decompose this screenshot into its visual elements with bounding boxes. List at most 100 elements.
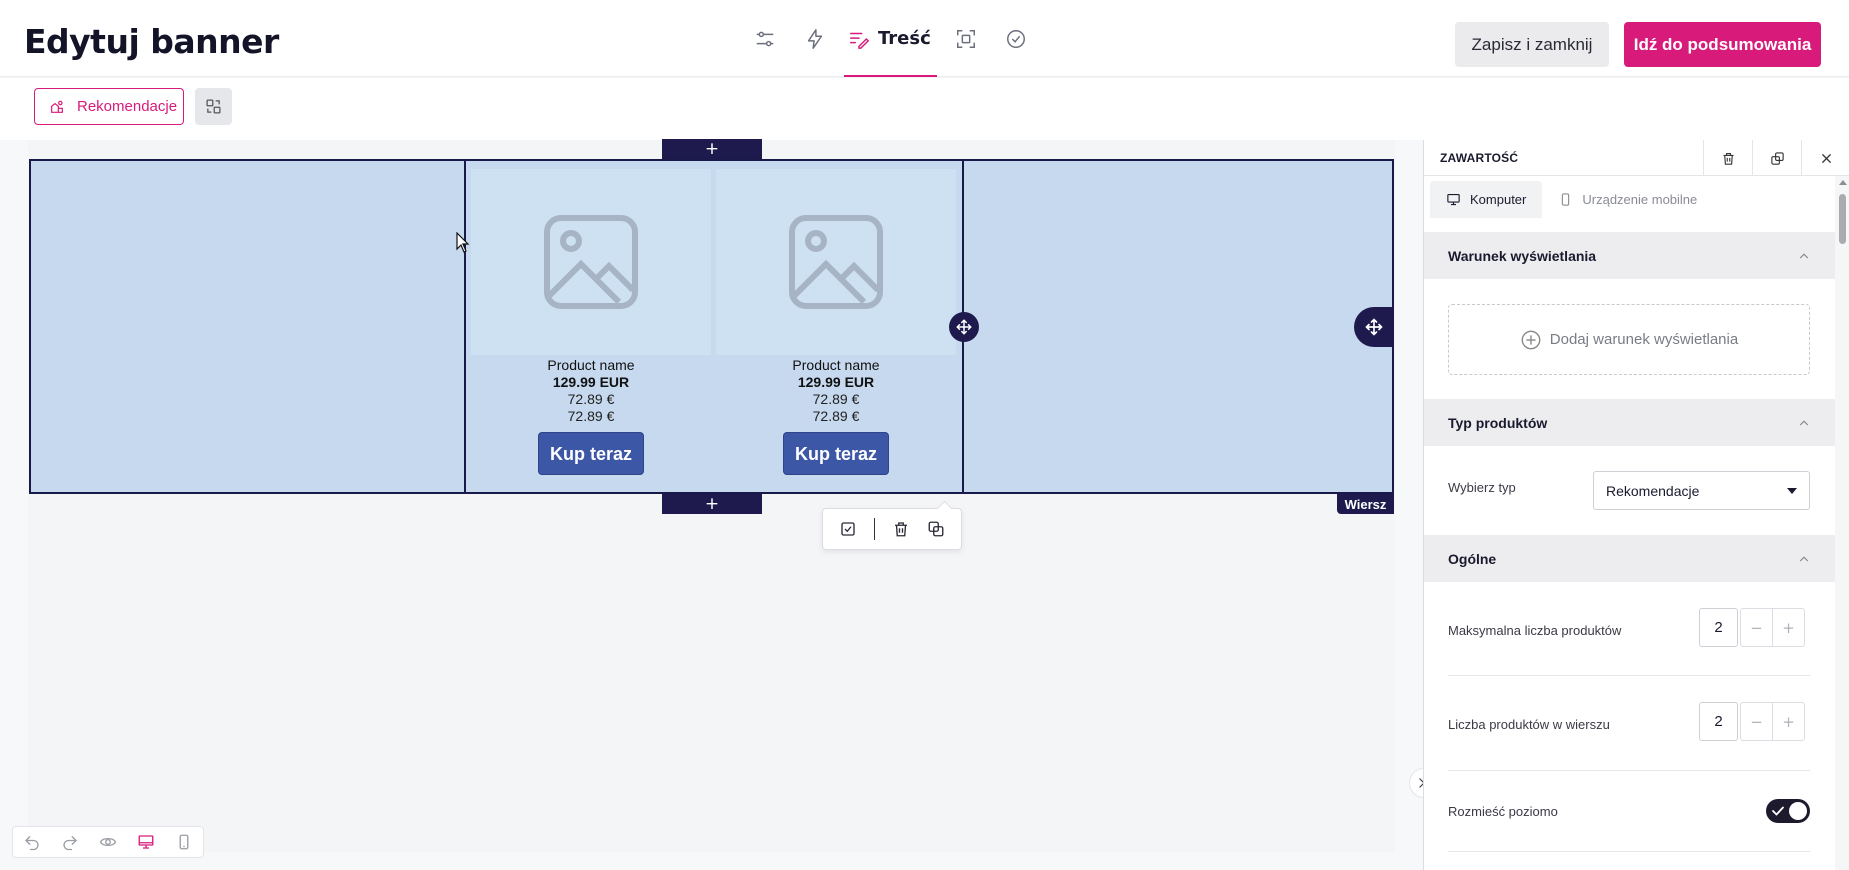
add-display-condition-button[interactable]: Dodaj warunek wyświetlania — [1448, 304, 1810, 375]
panel-close-button[interactable] — [1801, 140, 1849, 176]
add-row-below-button[interactable]: + — [662, 494, 762, 514]
undo-icon[interactable] — [23, 833, 41, 851]
move-row-handle[interactable] — [1354, 307, 1394, 347]
arrange-horizontally-label: Rozmieść poziomo — [1448, 804, 1558, 819]
panel-delete-button[interactable] — [1703, 140, 1752, 176]
recommendations-label: Rekomendacje — [77, 98, 178, 115]
arrange-horizontally-toggle[interactable] — [1766, 799, 1810, 823]
duplicate-icon — [1770, 151, 1784, 165]
increment-button[interactable]: + — [1772, 608, 1805, 647]
sliders-icon[interactable] — [740, 0, 790, 77]
section-product-type[interactable]: Typ produktów — [1424, 399, 1835, 446]
move-arrows-icon — [1365, 318, 1383, 336]
banner-row[interactable]: Product name 129.99 EUR 72.89 € 72.89 € … — [29, 159, 1394, 494]
image-placeholder-icon — [716, 169, 956, 355]
product-type-value: Rekomendacje — [1606, 482, 1700, 499]
add-condition-label: Dodaj warunek wyświetlania — [1549, 331, 1739, 348]
mobile-icon — [1562, 193, 1570, 206]
move-column-handle[interactable] — [949, 312, 979, 342]
trash-icon — [1723, 152, 1733, 165]
device-tabs: Komputer Urządzenie mobilne — [1430, 181, 1713, 218]
tab-desktop-label: Komputer — [1470, 192, 1527, 207]
tab-content[interactable]: Treść — [844, 0, 937, 77]
mouse-cursor-icon — [456, 232, 470, 253]
divider — [1448, 675, 1810, 676]
swap-layout-button[interactable] — [195, 88, 232, 125]
check-circle-icon[interactable] — [991, 0, 1041, 77]
product-old-price: 72.89 € — [567, 391, 615, 407]
product-old-price: 72.89 € — [567, 408, 615, 424]
divider — [1448, 770, 1810, 771]
max-products-label: Maksymalna liczba produktów — [1448, 623, 1622, 638]
panel-duplicate-button[interactable] — [1752, 140, 1801, 176]
product-type-select[interactable]: Rekomendacje — [1593, 471, 1810, 510]
tab-mobile-label: Urządzenie mobilne — [1582, 192, 1698, 207]
column-divider — [464, 161, 466, 492]
caret-down-icon — [1787, 487, 1797, 494]
panel-title: ZAWARTOŚĆ — [1440, 151, 1519, 165]
tab-desktop[interactable]: Komputer — [1430, 181, 1543, 218]
image-placeholder-icon — [471, 169, 711, 355]
secondary-toolbar: Rekomendacje — [0, 78, 1849, 140]
products-per-row-stepper[interactable]: 2 − + — [1699, 702, 1810, 741]
bolt-icon[interactable] — [790, 0, 840, 77]
divider — [1448, 851, 1810, 852]
preview-eye-icon[interactable] — [99, 833, 117, 851]
select-checkbox-icon[interactable] — [839, 520, 857, 538]
product-price: 129.99 EUR — [797, 374, 875, 390]
chevron-up-icon — [1799, 419, 1809, 425]
chevron-up-icon — [1799, 555, 1809, 561]
panel-scrollbar[interactable] — [1835, 176, 1849, 870]
scrollbar-thumb[interactable] — [1839, 194, 1846, 244]
decrement-button[interactable]: − — [1740, 608, 1773, 647]
product-card[interactable]: Product name 129.99 EUR 72.89 € 72.89 € … — [716, 169, 956, 475]
canvas-bottom-toolbar — [12, 826, 204, 858]
product-old-price: 72.89 € — [812, 391, 860, 407]
content-settings-panel: ZAWARTOŚĆ Komputer Urządzenie mobilne Wa… — [1423, 140, 1849, 870]
row-label-badge: Wiersz — [1337, 494, 1394, 514]
product-name: Product name — [792, 357, 880, 373]
max-products-value[interactable]: 2 — [1699, 608, 1738, 647]
select-type-label: Wybierz typ — [1448, 480, 1516, 495]
save-and-close-button[interactable]: Zapisz i zamknij — [1455, 22, 1609, 67]
desktop-icon — [1447, 193, 1460, 206]
frame-icon[interactable] — [941, 0, 991, 77]
increment-button[interactable]: + — [1772, 702, 1805, 741]
product-name: Product name — [547, 357, 635, 373]
buy-now-button[interactable]: Kup teraz — [538, 432, 644, 475]
trash-icon[interactable] — [892, 520, 910, 538]
top-bar: Edytuj banner Treść Zapisz i zamknij Idź… — [0, 0, 1849, 77]
content-edit-icon — [850, 32, 870, 49]
product-card[interactable]: Product name 129.99 EUR 72.89 € 72.89 € … — [471, 169, 711, 475]
close-icon — [1821, 153, 1831, 163]
check-icon — [1772, 806, 1784, 816]
redo-icon[interactable] — [61, 833, 79, 851]
recommendations-icon — [51, 100, 63, 113]
tab-mobile[interactable]: Urządzenie mobilne — [1542, 181, 1713, 218]
toggle-knob — [1789, 802, 1807, 820]
decrement-button[interactable]: − — [1740, 702, 1773, 741]
swap-icon — [206, 99, 221, 114]
move-arrows-icon — [956, 319, 972, 335]
plus-circle-icon — [1521, 330, 1541, 349]
duplicate-icon[interactable] — [927, 520, 945, 538]
add-row-above-button[interactable]: + — [662, 139, 762, 159]
panel-header: ZAWARTOŚĆ — [1424, 140, 1849, 176]
tab-content-label: Treść — [878, 28, 931, 49]
section-title: Warunek wyświetlania — [1448, 247, 1597, 264]
recommendations-button[interactable]: Rekomendacje — [34, 88, 184, 125]
product-old-price: 72.89 € — [812, 408, 860, 424]
scroll-up-arrow-icon[interactable] — [1839, 180, 1847, 185]
desktop-view-icon[interactable] — [137, 833, 155, 851]
editor-steps-nav: Treść — [740, 0, 1041, 77]
mobile-view-icon[interactable] — [175, 833, 193, 851]
products-per-row-label: Liczba produktów w wierszu — [1448, 717, 1610, 732]
menu-divider — [874, 518, 876, 540]
section-general[interactable]: Ogólne — [1424, 535, 1835, 582]
section-title: Typ produktów — [1448, 414, 1548, 431]
max-products-stepper[interactable]: 2 − + — [1699, 608, 1810, 647]
go-to-summary-button[interactable]: Idź do podsumowania — [1624, 22, 1821, 67]
products-per-row-value[interactable]: 2 — [1699, 702, 1738, 741]
section-display-condition[interactable]: Warunek wyświetlania — [1424, 232, 1835, 279]
buy-now-button[interactable]: Kup teraz — [783, 432, 889, 475]
